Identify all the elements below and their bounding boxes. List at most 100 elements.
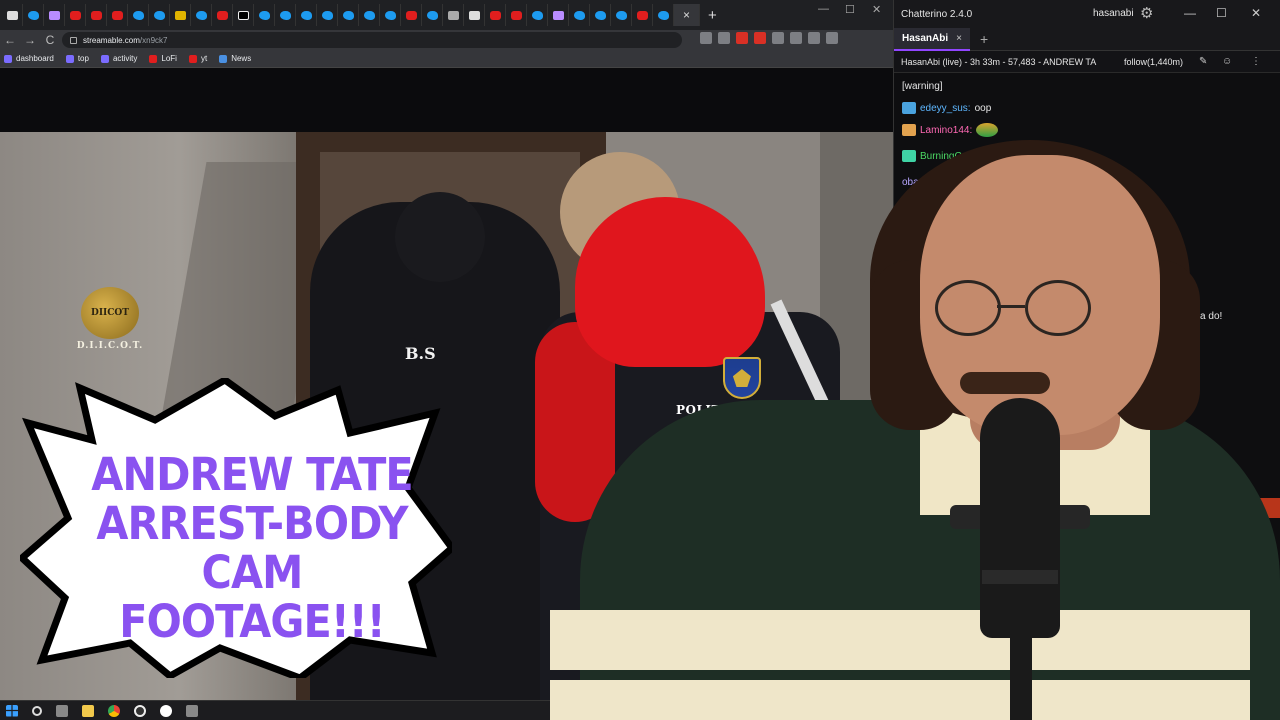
- reading-list-icon[interactable]: [790, 32, 802, 44]
- browser-tab[interactable]: [317, 4, 338, 26]
- bookmark-label: yt: [200, 54, 208, 63]
- users-icon[interactable]: ☺: [1222, 56, 1232, 67]
- chat-message[interactable]: [warning]: [902, 75, 1272, 97]
- minimize-icon[interactable]: —: [1184, 6, 1196, 20]
- browser-tab[interactable]: [254, 4, 275, 26]
- chrome-icon[interactable]: [108, 704, 120, 717]
- browser-tab[interactable]: [149, 4, 170, 26]
- browser-tab[interactable]: [128, 4, 149, 26]
- browser-tab[interactable]: [65, 4, 86, 26]
- gear-icon[interactable]: ⚙: [1140, 4, 1153, 22]
- new-tab-button[interactable]: +: [708, 7, 717, 24]
- close-window-icon[interactable]: ✕: [872, 3, 881, 16]
- task-view-icon[interactable]: [56, 704, 68, 717]
- bookmark-item[interactable]: News: [219, 54, 251, 63]
- browser-tab[interactable]: [170, 4, 191, 26]
- browser-tab[interactable]: [296, 4, 317, 26]
- browser-tab[interactable]: [275, 4, 296, 26]
- bookmark-item[interactable]: dashboard: [4, 54, 54, 63]
- browser-tab[interactable]: [107, 4, 128, 26]
- bookmark-label: activity: [112, 54, 138, 63]
- tab-hasanabi[interactable]: HasanAbi ×: [894, 27, 970, 51]
- yt-icon: [149, 54, 158, 63]
- chatterino-icon[interactable]: [160, 704, 172, 717]
- browser-tab[interactable]: [422, 4, 443, 26]
- browser-tab[interactable]: ×: [674, 4, 700, 26]
- chat-message[interactable]: obam: [902, 171, 1272, 193]
- bookmark-item[interactable]: top: [65, 54, 89, 63]
- menu-icon[interactable]: [826, 32, 838, 44]
- browser-tab[interactable]: [233, 4, 254, 26]
- bookmarks-bar: dashboard top activity LoFi yt News: [0, 50, 893, 68]
- browser-tab[interactable]: [23, 4, 44, 26]
- chat-message[interactable]: BurningC: [902, 145, 1272, 167]
- browser-tab[interactable]: [380, 4, 401, 26]
- minimize-icon[interactable]: —: [818, 3, 829, 15]
- browser-tab[interactable]: [212, 4, 233, 26]
- tiktok-icon: [237, 10, 249, 20]
- bookmark-label: dashboard: [16, 54, 54, 63]
- app-icon[interactable]: [186, 704, 198, 717]
- browser-tab[interactable]: [611, 4, 632, 26]
- close-window-icon[interactable]: ✕: [1251, 6, 1261, 20]
- account-name[interactable]: hasanabi: [1093, 8, 1134, 19]
- doc-icon: [6, 10, 18, 20]
- puzzle-icon[interactable]: [772, 32, 784, 44]
- chatterino-window: Chatterino 2.4.0 hasanabi ⚙ — ☐ ✕ HasanA…: [750, 0, 1280, 720]
- file-explorer-icon[interactable]: [82, 704, 94, 717]
- game-thumbnail: [750, 498, 850, 548]
- share-icon[interactable]: [700, 32, 712, 44]
- profile-icon[interactable]: [808, 32, 820, 44]
- vest-label: B.S: [405, 344, 436, 363]
- reload-button[interactable]: C: [40, 33, 60, 47]
- bookmark-star-icon[interactable]: [718, 32, 730, 44]
- close-icon[interactable]: ×: [956, 33, 962, 44]
- youtube-icon: [216, 10, 228, 20]
- search-icon[interactable]: [32, 705, 42, 716]
- follow-button[interactable]: follow(1,440m): [1124, 57, 1183, 67]
- back-button[interactable]: ←: [0, 33, 20, 47]
- address-bar[interactable]: streamable.com/xn9ck7: [62, 32, 682, 48]
- maximize-icon[interactable]: ☐: [845, 3, 855, 16]
- browser-tab[interactable]: [632, 4, 653, 26]
- browser-tab[interactable]: [464, 4, 485, 26]
- headline: ANDREW TATE ARREST-BODY CAM FOOTAGE!!!: [91, 448, 413, 648]
- emote-icon: [976, 123, 999, 137]
- browser-tab[interactable]: [527, 4, 548, 26]
- obs-icon[interactable]: [134, 704, 146, 717]
- twitter-icon: [27, 10, 39, 20]
- bookmark-item[interactable]: yt: [188, 54, 208, 63]
- browser-tab[interactable]: [191, 4, 212, 26]
- tab-strip: × +: [0, 0, 893, 30]
- youtube-icon: [111, 10, 123, 20]
- browser-tab[interactable]: [401, 4, 422, 26]
- pencil-icon[interactable]: ✎: [1199, 56, 1207, 67]
- bookmark-item[interactable]: activity: [100, 54, 138, 63]
- extension-icon[interactable]: [736, 32, 748, 44]
- extension-icon[interactable]: [754, 32, 766, 44]
- browser-toolbar: ← → C streamable.com/xn9ck7: [0, 30, 893, 50]
- browser-tab[interactable]: [548, 4, 569, 26]
- browser-tab[interactable]: [569, 4, 590, 26]
- forward-button[interactable]: →: [20, 33, 40, 47]
- more-icon[interactable]: ⋮: [1251, 56, 1261, 67]
- browser-tab[interactable]: [44, 4, 65, 26]
- chat-message[interactable]: Lamino144:: [902, 119, 1272, 141]
- add-tab-button[interactable]: +: [980, 31, 988, 47]
- browser-tab[interactable]: [485, 4, 506, 26]
- diicot-logo: DIICOT D.I.I.C.O.T.: [75, 287, 145, 351]
- browser-tab[interactable]: [338, 4, 359, 26]
- close-icon[interactable]: ×: [683, 8, 690, 22]
- browser-tab[interactable]: [359, 4, 380, 26]
- browser-tab[interactable]: [86, 4, 107, 26]
- browser-tab[interactable]: [2, 4, 23, 26]
- windows-start-icon[interactable]: [6, 704, 18, 717]
- youtube-icon: [489, 10, 501, 20]
- browser-tab[interactable]: [506, 4, 527, 26]
- bookmark-item[interactable]: LoFi: [149, 54, 177, 63]
- browser-tab[interactable]: [590, 4, 611, 26]
- maximize-icon[interactable]: ☐: [1216, 6, 1227, 20]
- browser-tab[interactable]: [443, 4, 464, 26]
- browser-tab[interactable]: [653, 4, 674, 26]
- chat-message[interactable]: edeyy_sus: oop: [902, 97, 1272, 119]
